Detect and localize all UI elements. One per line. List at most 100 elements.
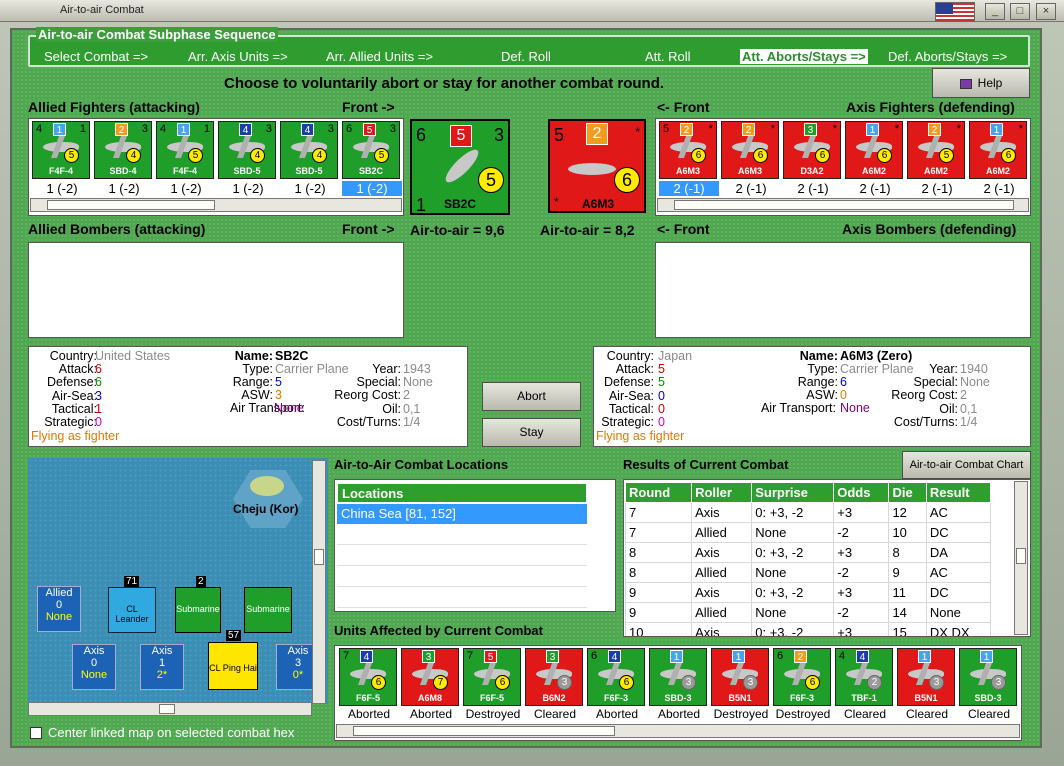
table-row[interactable]: 8 Allied None -2 9 AC [624,562,992,583]
unit-counter[interactable]: 1 * 6 A6M2 [969,121,1027,179]
unit-circle: 6 [877,148,892,163]
table-cell: +3 [833,622,890,636]
scroll-thumb[interactable] [353,726,615,736]
help-button[interactable]: Help [932,68,1030,98]
minimize-button[interactable]: _ [985,3,1005,20]
map-unit-submarine-1[interactable]: Submarine [175,587,221,633]
unit-move-badge: 1 [53,123,66,136]
unit-name: SBD-3 [974,693,1002,703]
unit-name: F6F-5 [355,693,380,703]
scroll-thumb[interactable] [674,200,1014,210]
abort-button[interactable]: Abort [482,382,581,411]
maximize-button[interactable]: □ [1010,3,1030,20]
affected-scrollbar[interactable] [336,724,1020,738]
close-button[interactable]: × [1036,3,1056,20]
unit-defense: 3 [265,123,272,135]
table-cell: 11 [888,582,927,603]
table-cell: 9 [888,562,927,583]
unit-combat-value: 2 (-1) [659,181,719,196]
unit-counter[interactable]: 4 1 1 5 F4F-4 [32,121,90,179]
unit-defense: * [770,123,775,135]
axis-front-label: <- Front [657,99,710,115]
scroll-thumb[interactable] [1016,548,1026,564]
unit-counter[interactable]: 6 4 6 F6F-3 [587,648,645,706]
axis-fighters-scrollbar[interactable] [657,198,1029,212]
table-row[interactable]: 9 Axis 0: +3, -2 +3 11 DC [624,582,992,603]
unit-attack: 6 [777,650,784,662]
table-row[interactable]: 7 Axis 0: +3, -2 +3 12 AC [624,502,992,523]
linked-map[interactable]: Cheju (Kor) Allied 0 None CL Leander Subma… [28,458,328,704]
unit-counter[interactable]: 4 4 2 TBF-1 [835,648,893,706]
allied-fighters-scrollbar[interactable] [30,198,402,212]
unit-counter[interactable]: 6 2 6 F6F-3 [773,648,831,706]
map-unit-submarine-2[interactable]: Submarine [244,587,292,633]
step-select-combat: Select Combat => [44,49,149,64]
unit-status: Destroyed [465,707,521,721]
unit-name: SBD-3 [664,693,692,703]
unit-counter[interactable]: 1 3 SBD-3 [649,648,707,706]
table-cell: None [751,562,835,583]
unit-name: F6F-3 [789,693,814,703]
allied-fighters-label: Allied Fighters (attacking) [28,99,200,115]
table-row[interactable]: 9 Allied None -2 14 None [624,602,992,623]
map-h-scrollbar[interactable] [28,702,312,716]
table-cell: 8 [624,562,693,583]
table-row[interactable]: 8 Axis 0: +3, -2 +3 8 DA [624,542,992,563]
center-map-checkbox[interactable] [30,727,42,739]
unit-counter[interactable]: 1 3 B5N1 [711,648,769,706]
unit-counter[interactable]: 1 * 6 A6M2 [845,121,903,179]
map-unit-cl-ping-hai[interactable]: CL Ping Hai [208,642,258,690]
unit-counter[interactable]: 6 5 3 5 SB2C [342,121,400,179]
scroll-thumb[interactable] [314,549,324,565]
unit-counter[interactable]: 3 3 B6N2 [525,648,583,706]
unit-move-badge: 1 [866,123,879,136]
location-row[interactable]: China Sea [81, 152] [337,504,587,524]
results-scrollbar[interactable] [1014,481,1028,635]
unit-defense: * [832,123,837,135]
table-cell: 7 [624,522,693,543]
table-row[interactable]: 10 Axis 0: +3, -2 +3 15 DX DX [624,622,992,636]
results-header-row: Round Roller Surprise Odds Die Result [624,482,992,503]
unit-move-badge: 4 [856,650,869,663]
unit-counter[interactable]: 2 * 6 A6M3 [721,121,779,179]
axis-bombers-front: <- Front [657,221,710,237]
unit-counter[interactable]: 4 3 4 SBD-5 [280,121,338,179]
air-to-air-chart-button[interactable]: Air-to-air Combat Chart [902,451,1031,479]
unit-status: Cleared [843,707,887,721]
us-flag-icon [935,2,975,22]
stay-button[interactable]: Stay [482,418,581,447]
unit-counter[interactable]: 1 3 SBD-3 [959,648,1017,706]
unit-counter[interactable]: 2 3 4 SBD-4 [94,121,152,179]
unit-counter[interactable]: 5 2 * 6 A6M3 [659,121,717,179]
unit-counter[interactable]: 4 1 1 5 F4F-4 [156,121,214,179]
column-header: Roller [691,482,753,503]
unit-counter[interactable]: 7 5 6 F6F-5 [463,648,521,706]
allied-air-to-air: Air-to-air = 9,6 [410,222,505,238]
unit-counter[interactable]: 4 3 4 SBD-5 [218,121,276,179]
unit-move-badge: 3 [422,650,435,663]
unit-name: F6F-3 [603,693,628,703]
aircraft-icon [441,145,483,187]
unit-counter[interactable]: 2 * 5 A6M2 [907,121,965,179]
table-cell: 8 [624,542,693,563]
unit-counter[interactable]: 1 3 B5N1 [897,648,955,706]
window-title: Air-to-air Combat [60,4,144,16]
table-cell: 0: +3, -2 [751,622,835,636]
table-row[interactable]: 7 Allied None -2 10 DC [624,522,992,543]
unit-counter[interactable]: 7 4 6 F6F-5 [339,648,397,706]
unit-defense: 1 [203,123,210,135]
scroll-thumb[interactable] [159,704,175,714]
map-v-scrollbar[interactable] [312,460,326,704]
selected-allied-unit[interactable]: 6 5 3 5 1 SB2C [410,119,510,215]
unit-counter[interactable]: 3 * 6 D3A2 [783,121,841,179]
unit-name: B6N2 [542,693,566,703]
unit-attack: 4 [839,650,846,662]
map-unit-cl-leander[interactable]: CL Leander [108,587,156,633]
unit-status: Aborted [409,707,453,721]
table-cell: DC [925,582,992,603]
unit-counter[interactable]: 3 7 A6M8 [401,648,459,706]
unit-circle: 4 [126,148,141,163]
scroll-thumb[interactable] [47,200,215,210]
unit-status: Aborted [595,707,639,721]
selected-axis-unit[interactable]: 5 2 * 6 * A6M3 [548,119,646,213]
